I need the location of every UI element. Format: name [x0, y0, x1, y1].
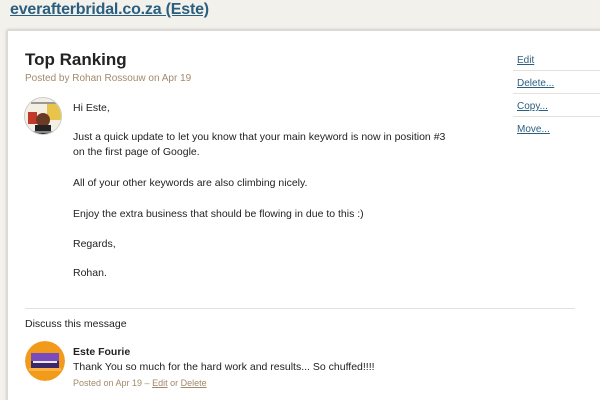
message-card: Top Ranking Posted by Rohan Rossouw on A… [7, 30, 600, 400]
edit-link[interactable]: Edit [513, 48, 600, 71]
delete-link[interactable]: Delete... [513, 71, 600, 94]
body-line-5: Regards, [73, 238, 116, 250]
message-meta: Posted by Rohan Rossouw on Apr 19 [25, 73, 192, 84]
body-signature: Rohan. [73, 267, 107, 279]
author-avatar[interactable] [24, 97, 62, 135]
body-line-3: All of your other keywords are also clim… [73, 177, 308, 189]
comment-author: Este Fourie [73, 346, 131, 358]
message-actions: Edit Delete... Copy... Move... [513, 48, 600, 140]
comment-text: Thank You so much for the hard work and … [73, 361, 375, 373]
body-greeting: Hi Este, [73, 102, 110, 114]
comment-meta-prefix: Posted on Apr 19 – [73, 378, 150, 388]
comment-meta: Posted on Apr 19 – Edit or Delete [73, 378, 207, 388]
commenter-avatar[interactable] [25, 341, 65, 381]
section-divider [25, 308, 575, 309]
move-link[interactable]: Move... [513, 117, 600, 140]
discuss-label: Discuss this message [25, 318, 127, 330]
author-avatar-photo [25, 98, 61, 134]
body-line-1: Just a quick update to let you know that… [73, 131, 446, 143]
comment-meta-or: or [170, 378, 179, 388]
copy-link[interactable]: Copy... [513, 94, 600, 117]
comment-delete-link[interactable]: Delete [181, 378, 207, 388]
project-link[interactable]: everafterbridal.co.za (Este) [10, 1, 209, 19]
comment-edit-link[interactable]: Edit [152, 378, 168, 388]
header-bar: everafterbridal.co.za (Este) [0, 0, 600, 30]
body-line-4: Enjoy the extra business that should be … [73, 208, 364, 220]
commenter-avatar-photo [25, 341, 65, 381]
body-line-2: on the first page of Google. [73, 146, 200, 158]
message-title: Top Ranking [25, 50, 127, 69]
